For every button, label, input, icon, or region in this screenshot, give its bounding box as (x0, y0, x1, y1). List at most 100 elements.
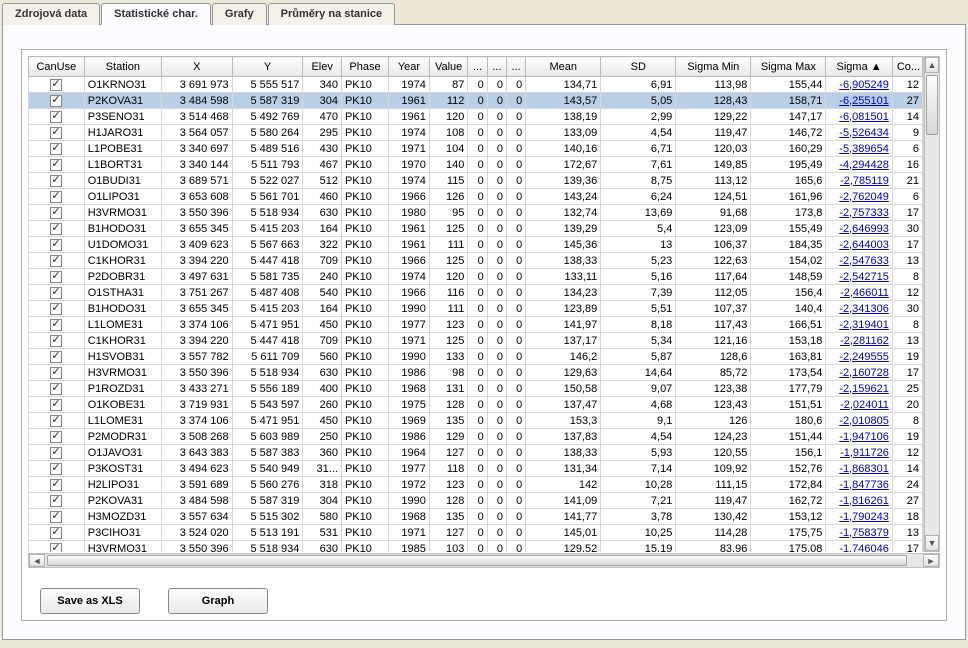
canuse-checkbox[interactable] (50, 351, 62, 363)
table-row[interactable]: H3VRMO313 550 3965 518 934630PK101980950… (29, 205, 923, 221)
table-row[interactable]: U1DOMO313 409 6235 567 663322PK101961111… (29, 237, 923, 253)
col-header-3[interactable]: Y (232, 57, 303, 77)
canuse-checkbox[interactable] (50, 303, 62, 315)
col-header-5[interactable]: Phase (341, 57, 388, 77)
table-row[interactable]: C1KHOR313 394 2205 447 418709PK101971125… (29, 333, 923, 349)
sigma-link[interactable]: -2,785119 (840, 175, 889, 187)
table-row[interactable]: H3VRMO313 550 3965 518 934630PK101985103… (29, 541, 923, 553)
sigma-link[interactable]: -2,281162 (840, 335, 889, 347)
table-row[interactable]: L1LOME313 374 1065 471 951450PK101977123… (29, 317, 923, 333)
sigma-link[interactable]: -2,466011 (840, 287, 889, 299)
table-row[interactable]: P3CIHO313 524 0205 513 191531PK101971127… (29, 525, 923, 541)
table-row[interactable]: P2MODR313 508 2685 603 989250PK101986129… (29, 429, 923, 445)
canuse-checkbox[interactable] (50, 207, 62, 219)
canuse-checkbox[interactable] (50, 175, 62, 187)
sigma-link[interactable]: -2,644003 (839, 239, 889, 251)
table-area[interactable]: CanUseStationXYElevPhaseYearValue.......… (28, 56, 924, 552)
table-row[interactable]: P2KOVA313 484 5985 587 319304PK101961112… (29, 93, 923, 109)
col-header-8[interactable]: ... (468, 57, 487, 77)
canuse-checkbox[interactable] (50, 127, 62, 139)
col-header-16[interactable]: Co... (892, 57, 922, 77)
sigma-link[interactable]: -1,868301 (839, 463, 889, 475)
canuse-checkbox[interactable] (50, 271, 62, 283)
canuse-checkbox[interactable] (50, 543, 62, 552)
sigma-link[interactable]: -2,024011 (840, 399, 889, 411)
vertical-scrollbar[interactable]: ▲ ▼ (924, 56, 940, 552)
sigma-link[interactable]: -1,758379 (839, 527, 889, 539)
table-row[interactable]: H3VRMO313 550 3965 518 934630PK101986980… (29, 365, 923, 381)
sigma-link[interactable]: -1,746046 (839, 543, 889, 553)
horizontal-scrollbar[interactable]: ◄ ► (28, 553, 940, 568)
canuse-checkbox[interactable] (50, 239, 62, 251)
sigma-link[interactable]: -2,341306 (839, 303, 889, 315)
col-header-2[interactable]: X (161, 57, 232, 77)
table-row[interactable]: O1KOBE313 719 9315 543 597260PK101975128… (29, 397, 923, 413)
sigma-link[interactable]: -1,847736 (839, 479, 889, 491)
table-row[interactable]: H3MOZD313 557 6345 515 302580PK101968135… (29, 509, 923, 525)
canuse-checkbox[interactable] (50, 367, 62, 379)
tab-2[interactable]: Grafy (212, 3, 267, 25)
table-row[interactable]: H1SVOB313 557 7825 611 709560PK101990133… (29, 349, 923, 365)
canuse-checkbox[interactable] (50, 319, 62, 331)
table-row[interactable]: B1HODO313 655 3455 415 203164PK101961125… (29, 221, 923, 237)
sigma-link[interactable]: -5,389654 (839, 143, 889, 155)
canuse-checkbox[interactable] (50, 335, 62, 347)
canuse-checkbox[interactable] (50, 255, 62, 267)
col-header-13[interactable]: Sigma Min (676, 57, 751, 77)
hscroll-thumb[interactable] (47, 555, 907, 566)
sigma-link[interactable]: -2,159621 (839, 383, 889, 395)
sigma-link[interactable]: -5,526434 (839, 127, 889, 139)
sigma-link[interactable]: -1,947106 (839, 431, 889, 443)
save-xls-button[interactable]: Save as XLS (40, 588, 140, 614)
sigma-link[interactable]: -1,816261 (839, 495, 889, 507)
canuse-checkbox[interactable] (50, 143, 62, 155)
sigma-link[interactable]: -6,905249 (839, 79, 889, 91)
scroll-down-arrow[interactable]: ▼ (925, 535, 939, 551)
canuse-checkbox[interactable] (50, 191, 62, 203)
sigma-link[interactable]: -2,010805 (839, 415, 889, 427)
table-row[interactable]: O1BUDI313 689 5715 522 027512PK101974115… (29, 173, 923, 189)
canuse-checkbox[interactable] (50, 527, 62, 539)
vscroll-thumb[interactable] (926, 75, 938, 135)
table-row[interactable]: O1KRNO313 691 9735 555 517340PK101974870… (29, 77, 923, 93)
table-row[interactable]: O1LIPO313 653 6085 561 701460PK101966126… (29, 189, 923, 205)
vscroll-track[interactable] (925, 73, 939, 535)
sigma-link[interactable]: -1,790243 (839, 511, 889, 523)
sigma-link[interactable]: -1,911726 (840, 447, 889, 459)
canuse-checkbox[interactable] (50, 431, 62, 443)
sigma-link[interactable]: -6,255101 (839, 95, 889, 107)
scroll-up-arrow[interactable]: ▲ (925, 57, 939, 73)
canuse-checkbox[interactable] (50, 495, 62, 507)
canuse-checkbox[interactable] (50, 287, 62, 299)
canuse-checkbox[interactable] (50, 479, 62, 491)
sigma-link[interactable]: -2,762049 (839, 191, 889, 203)
canuse-checkbox[interactable] (50, 383, 62, 395)
canuse-checkbox[interactable] (50, 79, 62, 91)
sigma-link[interactable]: -2,249555 (839, 351, 889, 363)
sigma-link[interactable]: -2,542715 (839, 271, 889, 283)
canuse-checkbox[interactable] (50, 95, 62, 107)
col-header-12[interactable]: SD (601, 57, 676, 77)
table-row[interactable]: O1STHA313 751 2675 487 408540PK101966116… (29, 285, 923, 301)
table-row[interactable]: H2LIPO313 591 6895 560 276318PK101972123… (29, 477, 923, 493)
col-header-9[interactable]: ... (487, 57, 506, 77)
table-row[interactable]: P2KOVA313 484 5985 587 319304PK101990128… (29, 493, 923, 509)
col-header-6[interactable]: Year (389, 57, 430, 77)
sigma-link[interactable]: -2,547633 (839, 255, 889, 267)
table-row[interactable]: P1ROZD313 433 2715 556 189400PK101968131… (29, 381, 923, 397)
canuse-checkbox[interactable] (50, 111, 62, 123)
col-header-1[interactable]: Station (84, 57, 161, 77)
table-row[interactable]: P2DOBR313 497 6315 581 735240PK101974120… (29, 269, 923, 285)
tab-1[interactable]: Statistické char. (101, 3, 211, 25)
table-row[interactable]: H1JARO313 564 0575 580 264295PK101974108… (29, 125, 923, 141)
canuse-checkbox[interactable] (50, 447, 62, 459)
table-row[interactable]: L1BORT313 340 1445 511 793467PK101970140… (29, 157, 923, 173)
sigma-link[interactable]: -4,294428 (839, 159, 889, 171)
col-header-15[interactable]: Sigma ▲ (826, 57, 892, 77)
sigma-link[interactable]: -2,160728 (839, 367, 889, 379)
sigma-link[interactable]: -6,081501 (839, 111, 889, 123)
table-row[interactable]: P3SENO313 514 4685 492 769470PK101961120… (29, 109, 923, 125)
table-row[interactable]: P3KOST313 494 6235 540 94931...PK1019771… (29, 461, 923, 477)
col-header-0[interactable]: CanUse (29, 57, 85, 77)
sigma-link[interactable]: -2,319401 (839, 319, 889, 331)
